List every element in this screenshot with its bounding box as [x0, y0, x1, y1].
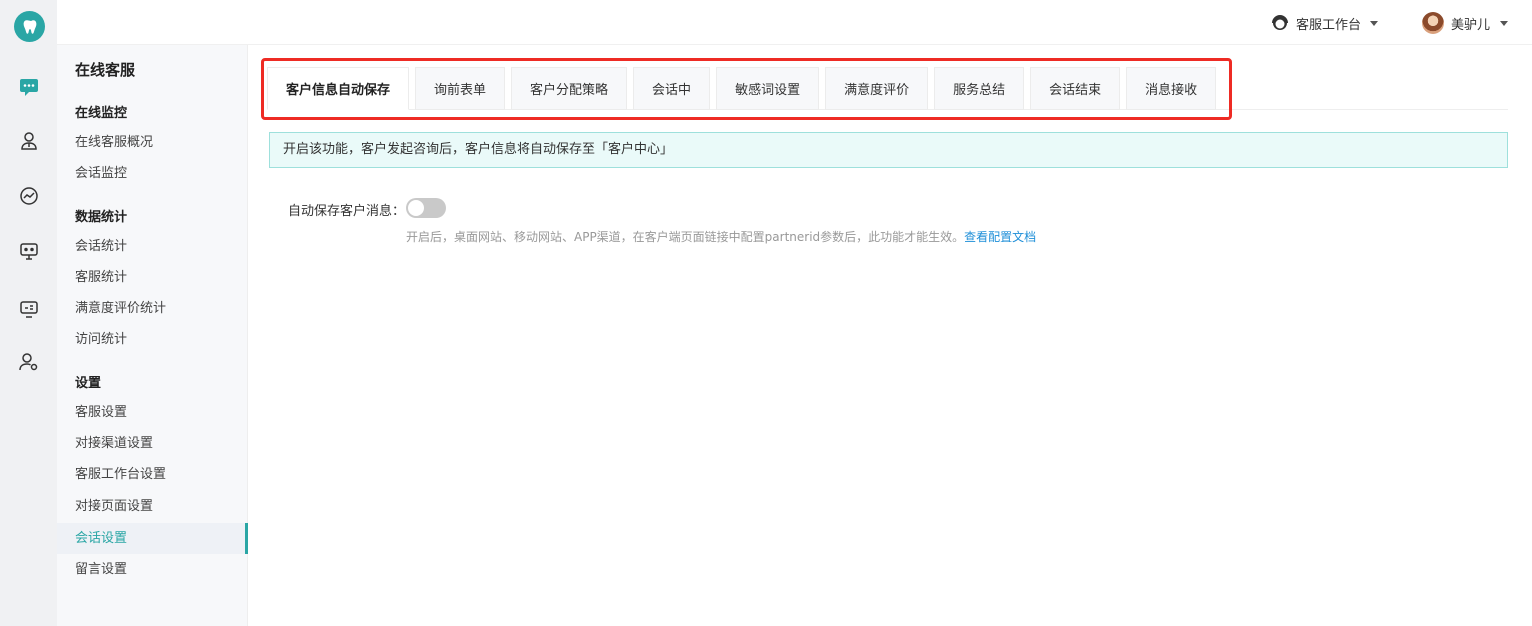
headset-icon [1272, 15, 1288, 30]
sidebar-item-message-settings[interactable]: 留言设置 [57, 554, 248, 585]
user-service-icon[interactable] [0, 121, 57, 161]
sidebar-group-settings: 设置 [75, 376, 102, 391]
avatar [1422, 12, 1444, 34]
config-doc-link[interactable]: 查看配置文档 [964, 230, 1036, 244]
sidebar-item-session-stats[interactable]: 会话统计 [57, 231, 248, 262]
sidebar-group-monitor: 在线监控 [75, 106, 128, 121]
settings-tabs: 客户信息自动保存 询前表单 客户分配策略 会话中 敏感词设置 满意度评价 服务总… [267, 67, 1217, 110]
tooth-logo-icon [14, 11, 45, 42]
sidebar-item-page-settings[interactable]: 对接页面设置 [57, 491, 248, 522]
tab-pre-chat-form[interactable]: 询前表单 [415, 67, 506, 110]
screen-settings-icon[interactable] [0, 289, 57, 329]
sidebar-item-channel-settings[interactable]: 对接渠道设置 [57, 428, 248, 459]
sidebar-item-session-settings[interactable]: 会话设置 [57, 523, 248, 554]
tab-message-receive[interactable]: 消息接收 [1126, 67, 1217, 110]
sidebar-item-agent-stats[interactable]: 客服统计 [57, 262, 248, 293]
user-menu[interactable]: 美驴儿 [1422, 11, 1509, 35]
auto-save-toggle[interactable] [406, 198, 446, 218]
sidebar-item-agent-settings[interactable]: 客服设置 [57, 397, 248, 428]
hint-text: 开启后，桌面网站、移动网站、APP渠道，在客户端页面链接中配置partnerid… [406, 230, 965, 244]
auto-save-label: 自动保存客户消息： [288, 204, 406, 219]
icon-rail [0, 0, 57, 626]
tab-service-summary[interactable]: 服务总结 [934, 67, 1025, 110]
info-notice: 开启该功能，客户发起咨询后，客户信息将自动保存至「客户中心」 [269, 132, 1508, 168]
toggle-knob [408, 200, 424, 216]
top-header: 客服工作台 美驴儿 [57, 0, 1532, 45]
tab-sensitive-words[interactable]: 敏感词设置 [716, 67, 820, 110]
tab-assignment-strategy[interactable]: 客户分配策略 [511, 67, 628, 110]
main-content: 客户信息自动保存 询前表单 客户分配策略 会话中 敏感词设置 满意度评价 服务总… [249, 45, 1532, 626]
user-settings-icon[interactable] [0, 342, 57, 382]
sidebar-item-workbench-settings[interactable]: 客服工作台设置 [57, 459, 248, 490]
sidebar-group-stats: 数据统计 [75, 210, 128, 225]
chat-icon[interactable] [0, 67, 57, 107]
tab-satisfaction[interactable]: 满意度评价 [825, 67, 929, 110]
workbench-dropdown[interactable]: 客服工作台 [1270, 12, 1379, 34]
auto-save-hint: 开启后，桌面网站、移动网站、APP渠道，在客户端页面链接中配置partnerid… [406, 228, 1036, 245]
sidebar-item-satisfaction-stats[interactable]: 满意度评价统计 [57, 293, 248, 324]
chart-icon[interactable] [0, 176, 57, 216]
secondary-sidebar: 在线客服 在线监控 在线客服概况 会话监控 数据统计 会话统计 客服统计 满意度… [57, 45, 248, 626]
chevron-down-icon [1500, 20, 1509, 26]
user-name: 美驴儿 [1451, 17, 1491, 33]
sidebar-item-visit-stats[interactable]: 访问统计 [57, 324, 248, 355]
sidebar-title: 在线客服 [75, 61, 136, 79]
sidebar-item-session-monitor[interactable]: 会话监控 [57, 158, 248, 189]
tab-session-end[interactable]: 会话结束 [1030, 67, 1121, 110]
tab-auto-save[interactable]: 客户信息自动保存 [267, 67, 410, 110]
chevron-down-icon [1370, 20, 1379, 26]
sidebar-item-overview[interactable]: 在线客服概况 [57, 127, 248, 158]
workbench-label: 客服工作台 [1296, 17, 1362, 33]
tab-in-session[interactable]: 会话中 [633, 67, 711, 110]
monitor-icon[interactable] [0, 231, 57, 271]
